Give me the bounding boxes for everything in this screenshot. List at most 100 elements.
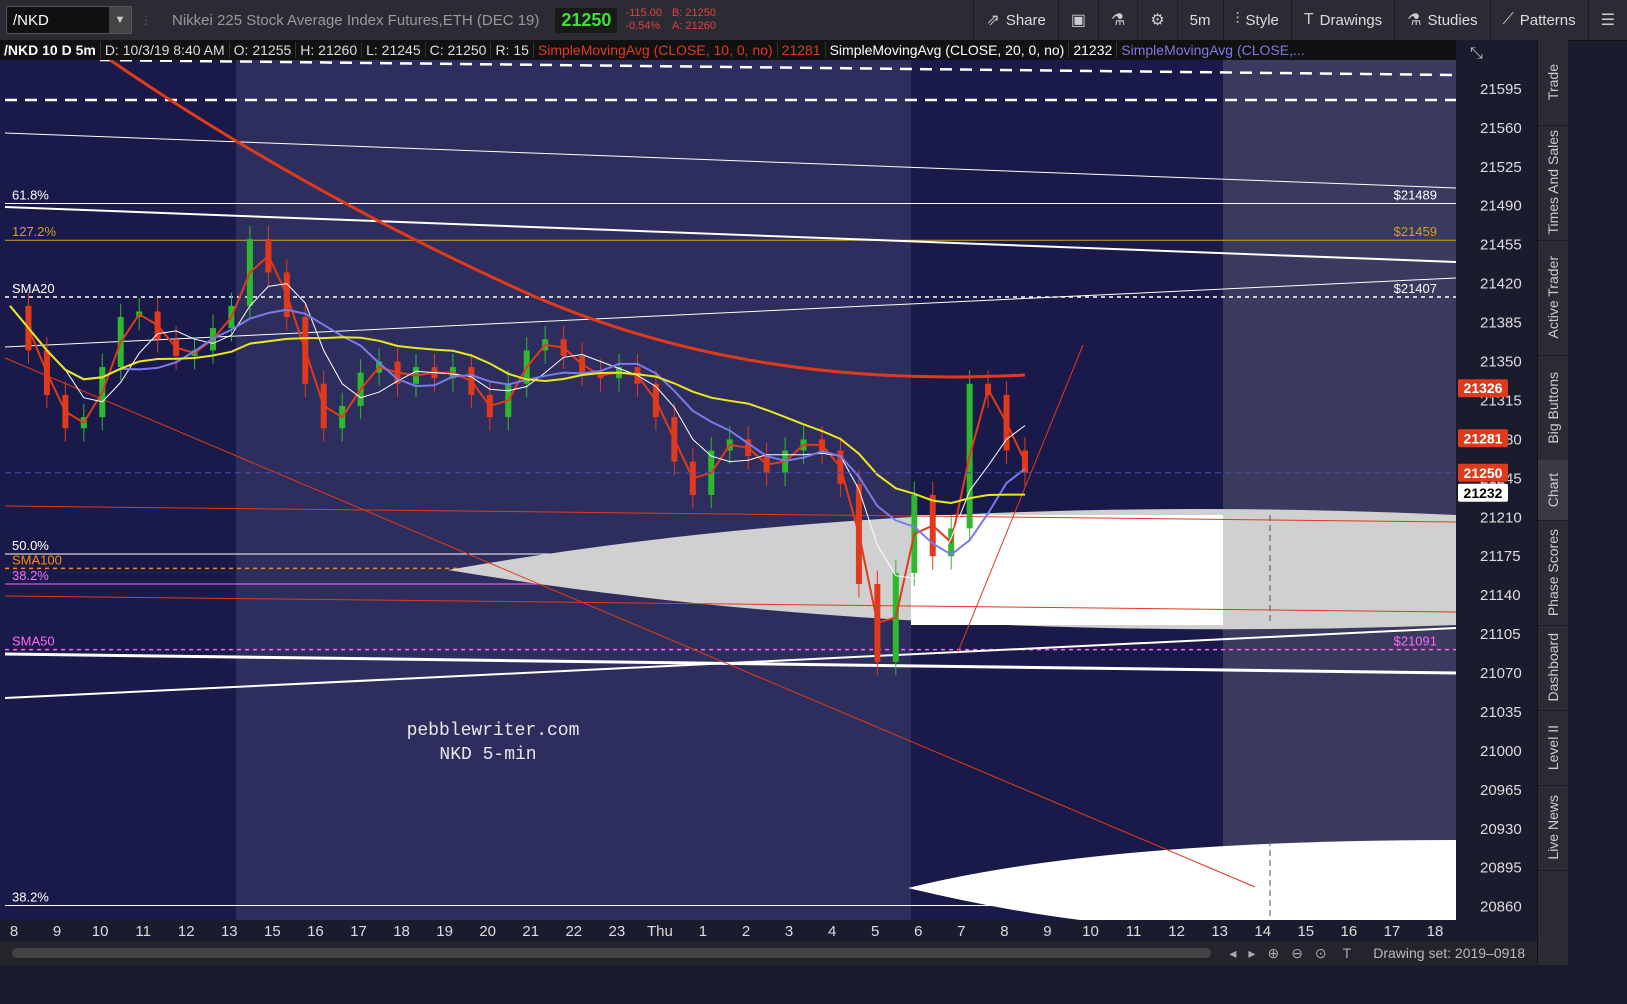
time-tick-label: 22 [565, 923, 582, 940]
time-tick-label: 11 [1126, 923, 1142, 940]
ask-value: A: 21260 [671, 20, 716, 32]
time-tick-label: 19 [436, 923, 453, 940]
camera-icon: ▣ [1070, 12, 1086, 29]
time-tick-label: 10 [92, 923, 109, 940]
link-icon[interactable]: ⋮ [140, 7, 154, 33]
sma20-value: 21232 [1069, 42, 1118, 58]
price-tick-label: 21385 [1480, 315, 1522, 332]
session-band-1 [236, 60, 911, 920]
bar-close: C: 21250 [426, 42, 492, 58]
time-tick-label: 16 [307, 923, 324, 940]
horizontal-scrollbar[interactable] [12, 948, 1212, 958]
level-name: 127.2% [12, 224, 57, 239]
sidebar-tab-live-news[interactable]: Live News [1538, 785, 1568, 871]
time-tick-label: 17 [1384, 923, 1401, 940]
time-tick-label: 12 [1168, 923, 1185, 940]
price-chart[interactable]: 61.8% $21489 127.2% $21459 SMA20 $21407 50.0% $… [0, 40, 1568, 965]
time-tick-label: Thu [647, 923, 673, 940]
sidebar-tab-trade[interactable]: Trade [1538, 40, 1568, 126]
level-price-label: $21459 [1394, 224, 1437, 239]
price-tick-label: 21210 [1480, 509, 1522, 526]
time-tick-label: 15 [1297, 923, 1314, 940]
time-tick-label: 6 [914, 923, 922, 940]
change-percent: -0.54% [625, 20, 661, 32]
time-tick-label: 18 [393, 923, 410, 940]
bar-range: R: 15 [491, 42, 534, 58]
instrument-title: Nikkei 225 Stock Average Index Futures,E… [172, 11, 540, 29]
price-tick-label: 21350 [1480, 354, 1522, 371]
time-tick-label: 13 [221, 923, 238, 940]
level-name: 38.2% [12, 890, 49, 905]
sidebar-tab-chart[interactable]: Chart [1538, 460, 1568, 521]
level-name: 50.0% [12, 538, 49, 553]
sidebar-tab-level-ii[interactable]: Level II [1538, 710, 1568, 786]
sidebar-tab-label: Trade [1545, 64, 1561, 101]
sidebar-tab-times-and-sales[interactable]: Times And Sales [1538, 125, 1568, 241]
sidebar-tab-active-trader[interactable]: Active Trader [1538, 240, 1568, 356]
sma10-value: 21281 [778, 42, 826, 58]
price-tick-label: 21525 [1480, 159, 1522, 176]
time-tick-label: 23 [609, 923, 626, 940]
price-tick-label: 21455 [1480, 237, 1522, 254]
time-tick-label: 15 [264, 923, 281, 940]
bid-ask: B: 21250 A: 21260 [672, 7, 716, 33]
snapshot-button[interactable]: ▣ [1057, 0, 1098, 40]
bar-low: L: 21245 [362, 42, 426, 58]
time-axis: 8 9 10 11 12 13 15 16 17 18 19 20 21 22 23 Thu 1 2 3 4 5 6 7 8 9… [0, 920, 1537, 941]
share-label: Share [1005, 11, 1046, 29]
sidebar-tab-big-buttons[interactable]: Big Buttons [1538, 355, 1568, 461]
pan-right-icon[interactable]: ▸ [1248, 945, 1255, 962]
symbol-selector[interactable]: /NKD ▼ [6, 6, 132, 34]
share-button[interactable]: ⇗ Share [973, 0, 1057, 40]
sidebar-tab-phase-scores[interactable]: Phase Scores [1538, 520, 1568, 626]
sidebar-tab-label: Chart [1545, 472, 1561, 508]
drawings-button[interactable]: T Drawings [1290, 0, 1394, 40]
price-tick-label: 21175 [1480, 548, 1521, 565]
time-tick-label: 21 [522, 923, 539, 940]
patterns-button[interactable]: ⟋ Patterns [1489, 0, 1588, 40]
price-tick-label: 20930 [1480, 821, 1522, 838]
sidebar-tab-label: Big Buttons [1545, 371, 1561, 444]
sidebar-tab-dashboard[interactable]: Dashboard [1538, 625, 1568, 711]
time-tick-label: 8 [10, 923, 18, 940]
sidebar-tab-label: Live News [1545, 795, 1561, 860]
level-price-label: $21489 [1394, 188, 1437, 203]
change-value: -115.00 [625, 7, 662, 19]
sidebar-tab-label: Times And Sales [1545, 130, 1561, 235]
pan-left-icon[interactable]: ◂ [1229, 945, 1236, 962]
time-tick-label: 10 [1082, 923, 1099, 940]
time-tick-label: 3 [785, 923, 793, 940]
bottom-bar: ◂ ▸ ⊕ ⊖ ⊙ T Drawing set: 2019–0918 [0, 941, 1537, 965]
time-tick-label: 17 [350, 923, 367, 940]
studies-lab-button[interactable]: ⚗ [1097, 0, 1137, 40]
chevron-down-icon[interactable]: ▼ [109, 7, 131, 33]
text-tool-icon: T [1303, 11, 1314, 28]
flask-icon: ⚗ [1110, 12, 1126, 29]
patterns-label: Patterns [1519, 11, 1576, 29]
style-label: Style [1245, 11, 1279, 29]
bid-value: B: 21250 [671, 7, 716, 19]
level-name: 38.2% [12, 568, 49, 583]
last-price: 21250 [555, 7, 618, 33]
studies-button[interactable]: ⚗ Studies [1394, 0, 1489, 40]
time-tick-label: 4 [828, 923, 836, 940]
zoom-out-icon[interactable]: ⊖ [1291, 945, 1303, 962]
price-tick-label: 21035 [1480, 704, 1522, 721]
settings-button[interactable]: ⚙ [1137, 0, 1176, 40]
sidebar-tab-label: Dashboard [1545, 633, 1561, 702]
scroll-thumb[interactable] [12, 948, 1212, 958]
price-tick-label: 21070 [1480, 665, 1522, 682]
style-button[interactable]: ⫶ Style [1222, 0, 1291, 40]
collapse-icon[interactable]: ⤡ [1470, 45, 1483, 62]
text-tool-icon[interactable]: T [1343, 945, 1352, 961]
level-name: SMA20 [12, 281, 55, 296]
top-toolbar: /NKD ▼ ⋮ Nikkei 225 Stock Average Index … [0, 0, 1627, 41]
menu-button[interactable]: ☰ [1587, 0, 1627, 40]
drawing-set-label[interactable]: Drawing set: 2019–0918 [1373, 945, 1525, 961]
time-tick-label: 14 [1254, 923, 1271, 940]
zoom-reset-icon[interactable]: ⊙ [1315, 945, 1327, 962]
zoom-in-icon[interactable]: ⊕ [1267, 945, 1279, 962]
sidebar-tab-label: Level II [1545, 724, 1561, 771]
price-change: -115.00 -0.54% [625, 7, 662, 33]
timeframe-button[interactable]: 5m [1176, 0, 1223, 40]
